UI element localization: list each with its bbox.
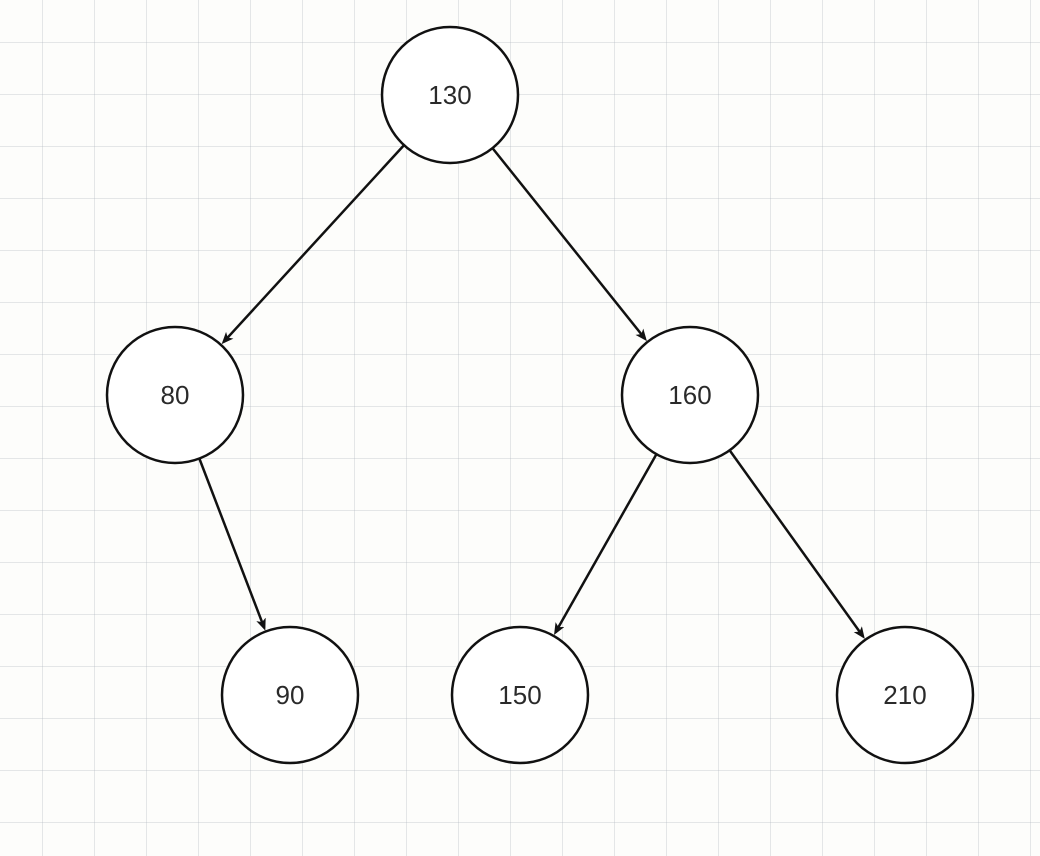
node-root: 130 <box>382 27 518 163</box>
edge-right-rightL <box>555 454 656 632</box>
node-left: 80 <box>107 327 243 463</box>
node-value: 160 <box>668 380 711 410</box>
edge-right-rightR <box>730 450 863 636</box>
node-right: 160 <box>622 327 758 463</box>
tree-diagram: 130 80 160 90 150 210 <box>0 0 1040 856</box>
grid-canvas: 130 80 160 90 150 210 <box>0 0 1040 856</box>
node-value: 90 <box>276 680 305 710</box>
edges-group <box>199 145 863 636</box>
node-rightR: 210 <box>837 627 973 763</box>
node-value: 210 <box>883 680 926 710</box>
node-rightL: 150 <box>452 627 588 763</box>
node-value: 130 <box>428 80 471 110</box>
edge-root-right <box>492 148 645 339</box>
node-value: 80 <box>161 380 190 410</box>
edge-left-leftR <box>199 458 264 627</box>
edge-root-left <box>224 145 404 342</box>
node-leftR: 90 <box>222 627 358 763</box>
node-value: 150 <box>498 680 541 710</box>
